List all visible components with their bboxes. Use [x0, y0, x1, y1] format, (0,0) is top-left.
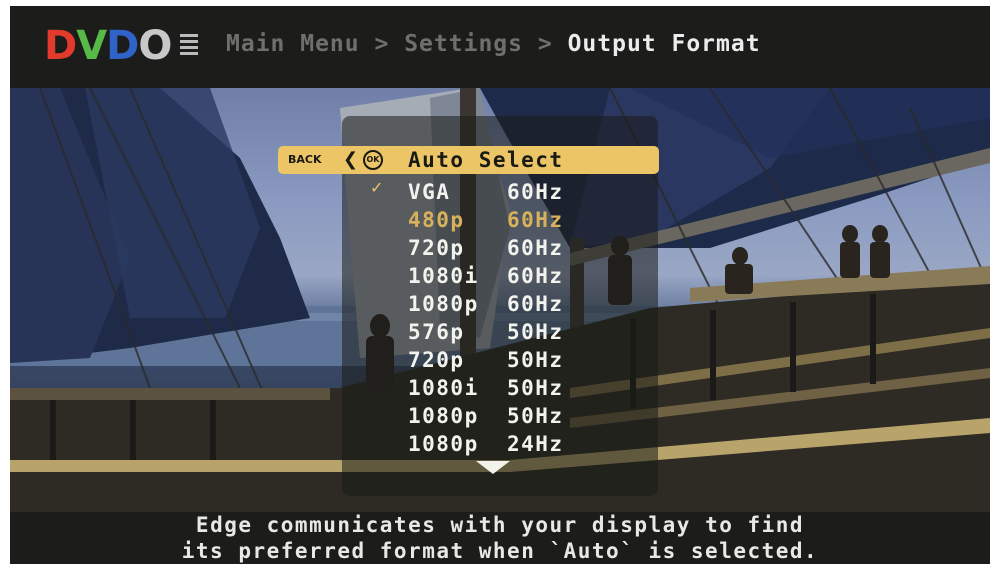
- breadcrumb-separator: >: [374, 31, 390, 57]
- help-text-line: its preferred format when `Auto` is sele…: [181, 539, 819, 563]
- header-bar: DVDO Main Menu > Settings > Output Forma…: [10, 6, 990, 88]
- menu-item[interactable]: 1080i 50Hz: [408, 374, 564, 402]
- checkmark-icon: ✓: [370, 178, 384, 197]
- back-hint-label: BACK: [288, 153, 322, 166]
- menu-item[interactable]: 1080p 60Hz: [408, 290, 564, 318]
- breadcrumb-separator: >: [537, 31, 553, 57]
- help-footer: Edge communicates with your display to f…: [10, 512, 990, 564]
- ok-button-icon: OK: [363, 150, 383, 170]
- logo-letter: D: [44, 23, 77, 69]
- breadcrumb: Main Menu > Settings > Output Format: [226, 31, 761, 57]
- scroll-down-arrow-icon[interactable]: [476, 461, 510, 474]
- breadcrumb-settings[interactable]: Settings: [404, 31, 523, 57]
- menu-item[interactable]: 720p 50Hz: [408, 346, 564, 374]
- menu-item[interactable]: 576p 50Hz: [408, 318, 564, 346]
- menu-item-auto-select[interactable]: Auto Select: [408, 146, 564, 174]
- tv-screen: DVDO Main Menu > Settings > Output Forma…: [10, 6, 990, 564]
- menu-item[interactable]: 1080i 60Hz: [408, 262, 564, 290]
- logo-letter: D: [106, 23, 139, 69]
- breadcrumb-main-menu[interactable]: Main Menu: [226, 31, 360, 57]
- menu-item[interactable]: 1080p 50Hz: [408, 402, 564, 430]
- logo-letter: O: [138, 23, 172, 69]
- logo-letter: V: [76, 23, 107, 69]
- menu-item[interactable]: 480p 60Hz: [408, 206, 564, 234]
- menu-item[interactable]: 720p 60Hz: [408, 234, 564, 262]
- breadcrumb-output-format: Output Format: [567, 31, 761, 57]
- logo-badge-icon: [180, 34, 198, 58]
- help-text-line: Edge communicates with your display to f…: [195, 513, 805, 537]
- menu-item[interactable]: 1080p 24Hz: [408, 430, 564, 458]
- menu-item[interactable]: VGA 60Hz: [408, 178, 564, 206]
- back-arrow-icon: ❮: [343, 149, 359, 170]
- dvdo-logo: DVDO: [44, 23, 172, 69]
